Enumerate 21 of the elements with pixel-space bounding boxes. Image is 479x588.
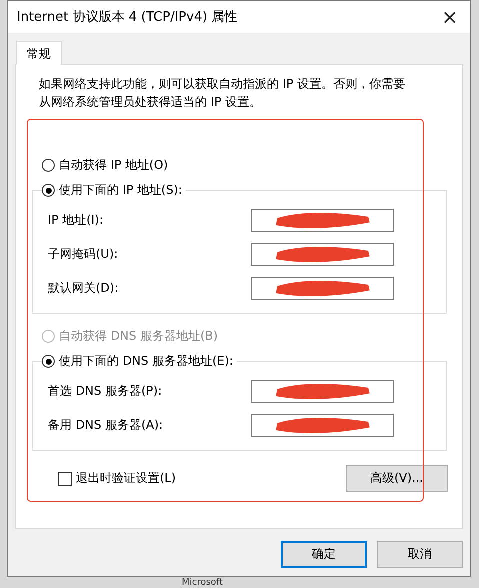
tab[interactable]: 常规 xyxy=(16,41,62,65)
radio-button[interactable] xyxy=(42,184,55,197)
advanced-button[interactable]: 高级(V)... xyxy=(346,465,448,492)
radio-button[interactable] xyxy=(42,355,55,368)
field-label: 首选 DNS 服务器(P): xyxy=(48,382,162,400)
background-window-text: Microsoft xyxy=(182,578,223,588)
dialog-button[interactable]: 确定 xyxy=(281,541,367,568)
radio-label[interactable]: 使用下面的 DNS 服务器地址(E): xyxy=(59,353,234,370)
radio-label[interactable]: 使用下面的 IP 地址(S): xyxy=(59,182,182,199)
radio-label[interactable]: 自动获得 IP 地址(O) xyxy=(59,157,168,174)
close-button[interactable]: × xyxy=(430,1,470,33)
field-label: IP 地址(I): xyxy=(48,212,104,228)
field-label: 子网掩码(U): xyxy=(48,246,118,262)
field-label: 备用 DNS 服务器(A): xyxy=(48,416,164,434)
checkbox[interactable] xyxy=(58,472,72,486)
dialog-button[interactable]: 取消 xyxy=(377,541,463,568)
field-label: 默认网关(D): xyxy=(48,280,119,296)
window-title: Internet 协议版本 4 (TCP/IPv4) 属性 xyxy=(17,9,238,26)
radio-button[interactable] xyxy=(42,159,55,172)
checkbox-label[interactable]: 退出时验证设置(L) xyxy=(76,470,176,487)
description-text: 如果网络支持此功能，则可以获取自动指派的 IP 设置。否则，你需要从网络系统管理员处获得适当的 IP 设置。 xyxy=(39,76,406,111)
